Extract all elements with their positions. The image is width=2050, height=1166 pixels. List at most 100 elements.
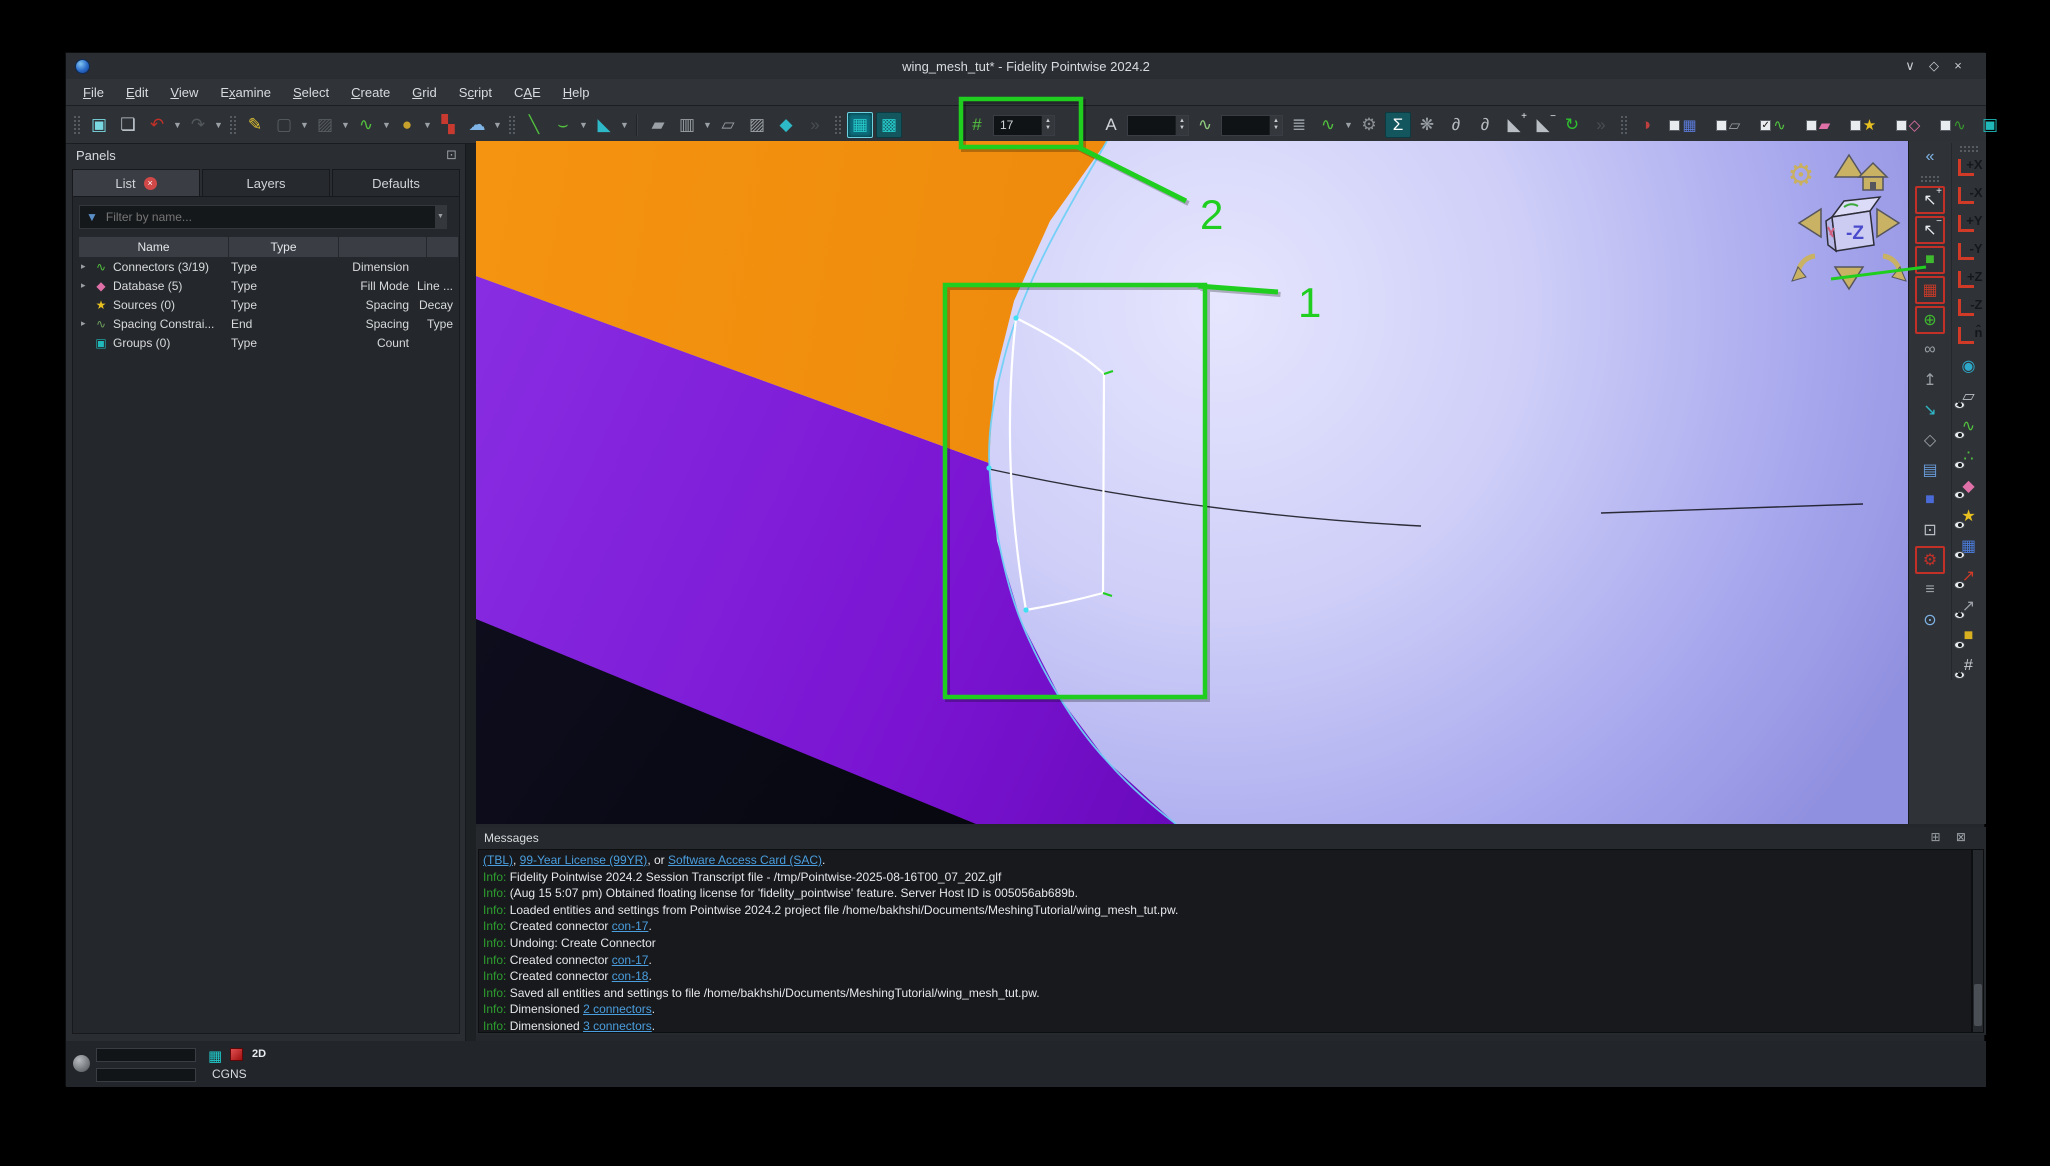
sheet-mesh-icon[interactable]: ▨: [744, 112, 770, 138]
show-sources-toggle[interactable]: ★: [1842, 112, 1884, 138]
checkbox-icon[interactable]: [1806, 120, 1817, 131]
dropdown-caret-icon[interactable]: ▼: [382, 112, 391, 138]
examine-icon[interactable]: ⊡: [1915, 516, 1945, 544]
table-row[interactable]: ★Sources (0)TypeSpacingDecay: [79, 295, 459, 314]
expander-icon[interactable]: ▸: [81, 261, 93, 272]
checkbox-icon[interactable]: ✓: [1760, 120, 1771, 131]
solve-block-icon[interactable]: ▥: [674, 112, 700, 138]
overflow-right-icon[interactable]: »: [1588, 112, 1614, 138]
show-database-toggle[interactable]: ▰: [1797, 112, 1839, 138]
menu-create[interactable]: Create: [340, 81, 401, 104]
view-minus-z[interactable]: -Z: [1955, 296, 1983, 322]
toolbar-grip-handle[interactable]: [73, 115, 80, 135]
rail-grip-handle[interactable]: [1959, 145, 1979, 152]
dimension-connector-icon[interactable]: #: [964, 112, 990, 138]
dropdown-caret-icon[interactable]: ▼: [579, 112, 588, 138]
magnifier-icon[interactable]: ⊙: [1915, 606, 1945, 634]
regenerate-icon[interactable]: ↻: [1559, 112, 1585, 138]
tab-layers[interactable]: Layers: [202, 169, 330, 196]
panel-float-icon[interactable]: ⊡: [446, 147, 457, 163]
hide-axes-eye-icon[interactable]: ↗: [1954, 592, 1984, 620]
layout-blocks-icon[interactable]: ▚: [435, 112, 461, 138]
settings-gear-icon[interactable]: ⚙: [1915, 546, 1945, 574]
dropdown-caret-icon[interactable]: ▼: [493, 112, 502, 138]
log-link[interactable]: con-17: [612, 953, 649, 967]
surface-sparkle-icon[interactable]: ❋: [1414, 112, 1440, 138]
show-block-eye-icon[interactable]: ■: [1954, 622, 1984, 650]
log-link[interactable]: con-18: [612, 969, 649, 983]
solve-surface-icon[interactable]: ▰: [645, 112, 671, 138]
table-row[interactable]: ▸◆Database (5)TypeFill ModeLine ...: [79, 276, 459, 295]
measure-add-icon[interactable]: ◣+: [1501, 112, 1527, 138]
show-connectors-toggle[interactable]: ✓∿: [1752, 112, 1794, 138]
distribute-spacing-icon[interactable]: ∿: [1192, 112, 1218, 138]
log-link[interactable]: (TBL): [483, 853, 513, 867]
connector-tools-icon[interactable]: ∿: [1315, 112, 1341, 138]
menu-help[interactable]: Help: [552, 81, 601, 104]
dropdown-caret-icon[interactable]: ▼: [620, 112, 629, 138]
partial-derivative-icon[interactable]: ∂: [1443, 112, 1469, 138]
import-icon[interactable]: ❏: [115, 112, 141, 138]
checkbox-icon[interactable]: [1669, 120, 1680, 131]
show-grid-eye-icon[interactable]: ▦: [1954, 532, 1984, 560]
spinner-buttons[interactable]: ▲▼: [1269, 116, 1282, 135]
node-up-icon[interactable]: ↥: [1915, 366, 1945, 394]
palette-icon[interactable]: ●: [394, 112, 420, 138]
average-spacing-icon[interactable]: A: [1098, 112, 1124, 138]
draw-shapes-icon[interactable]: ✎: [242, 112, 268, 138]
undo-icon[interactable]: ↶: [144, 112, 170, 138]
expander-icon[interactable]: ▸: [81, 318, 93, 329]
checkbox-icon[interactable]: [1716, 120, 1727, 131]
connector-modify-icon[interactable]: ⚙: [1356, 112, 1382, 138]
show-planes-toggle[interactable]: ▱: [1707, 112, 1749, 138]
draw-curve-icon[interactable]: ⌣: [550, 112, 576, 138]
dropdown-caret-icon[interactable]: ▼: [214, 112, 223, 138]
menu-script[interactable]: Script: [448, 81, 503, 104]
menu-file[interactable]: File: [72, 81, 115, 104]
messages-scroll-thumb[interactable]: [1974, 984, 1982, 1026]
tab-list[interactable]: List×: [72, 169, 200, 196]
domain-outline-icon[interactable]: ◇: [1915, 426, 1945, 454]
select-subtract-icon[interactable]: ↖−: [1915, 216, 1945, 244]
messages-window-icons[interactable]: ⊞ ⊠: [1931, 830, 1972, 844]
collapse-panel-icon[interactable]: «: [1915, 143, 1945, 171]
rail-grip-handle[interactable]: [1920, 175, 1940, 182]
view-plus-x[interactable]: +X: [1955, 156, 1983, 182]
select-add-icon[interactable]: ↖+: [1915, 186, 1945, 214]
sum-dimensions-icon[interactable]: Σ: [1385, 112, 1411, 138]
log-link[interactable]: 3 connectors: [583, 1019, 652, 1033]
spinner-buttons[interactable]: ▲▼: [1041, 116, 1054, 135]
hide-ruler-eye-icon[interactable]: #: [1954, 652, 1984, 680]
dropdown-caret-icon[interactable]: ▼: [1344, 112, 1353, 138]
spinner-buttons[interactable]: ▲▼: [1175, 116, 1188, 135]
dropdown-caret-icon[interactable]: ▼: [703, 112, 712, 138]
log-link[interactable]: 99-Year License (99YR): [520, 853, 648, 867]
table-row[interactable]: ▸∿Spacing Constrai...EndSpacingType: [79, 314, 459, 333]
show-groups-icon[interactable]: ▣: [1977, 112, 2003, 138]
show-points-eye-icon[interactable]: ∴: [1954, 442, 1984, 470]
structured-grid-icon[interactable]: ▦: [847, 112, 873, 138]
view-plus-y[interactable]: +Y: [1955, 212, 1983, 238]
show-connectors-eye-icon[interactable]: ∿: [1954, 412, 1984, 440]
mesh-diamond-icon[interactable]: ▨: [312, 112, 338, 138]
toolbar-grip-handle[interactable]: [229, 115, 236, 135]
layers-stack-icon[interactable]: ≡: [1915, 576, 1945, 604]
connector-curve-icon[interactable]: ∿: [353, 112, 379, 138]
cube-wireframe-icon[interactable]: ▢: [271, 112, 297, 138]
dropdown-caret-icon[interactable]: ▼: [300, 112, 309, 138]
tab-defaults[interactable]: Defaults: [332, 169, 460, 196]
show-spacings-toggle[interactable]: ∿: [1932, 112, 1974, 138]
checkbox-icon[interactable]: [1896, 120, 1907, 131]
panel-splitter[interactable]: [466, 144, 476, 1041]
menu-select[interactable]: Select: [282, 81, 340, 104]
save-icon[interactable]: ▣: [86, 112, 112, 138]
ghost-icon[interactable]: ☁: [464, 112, 490, 138]
dropdown-caret-icon[interactable]: ▼: [173, 112, 182, 138]
menu-examine[interactable]: Examine: [209, 81, 282, 104]
hide-surface-icon[interactable]: ▱: [1954, 382, 1984, 410]
show-blocks-toggle[interactable]: ▦: [1662, 112, 1704, 138]
distribution-fan-icon[interactable]: ≣: [1286, 112, 1312, 138]
tab-close-icon[interactable]: ×: [144, 177, 157, 190]
log-link[interactable]: con-17: [612, 919, 649, 933]
menu-view[interactable]: View: [159, 81, 209, 104]
